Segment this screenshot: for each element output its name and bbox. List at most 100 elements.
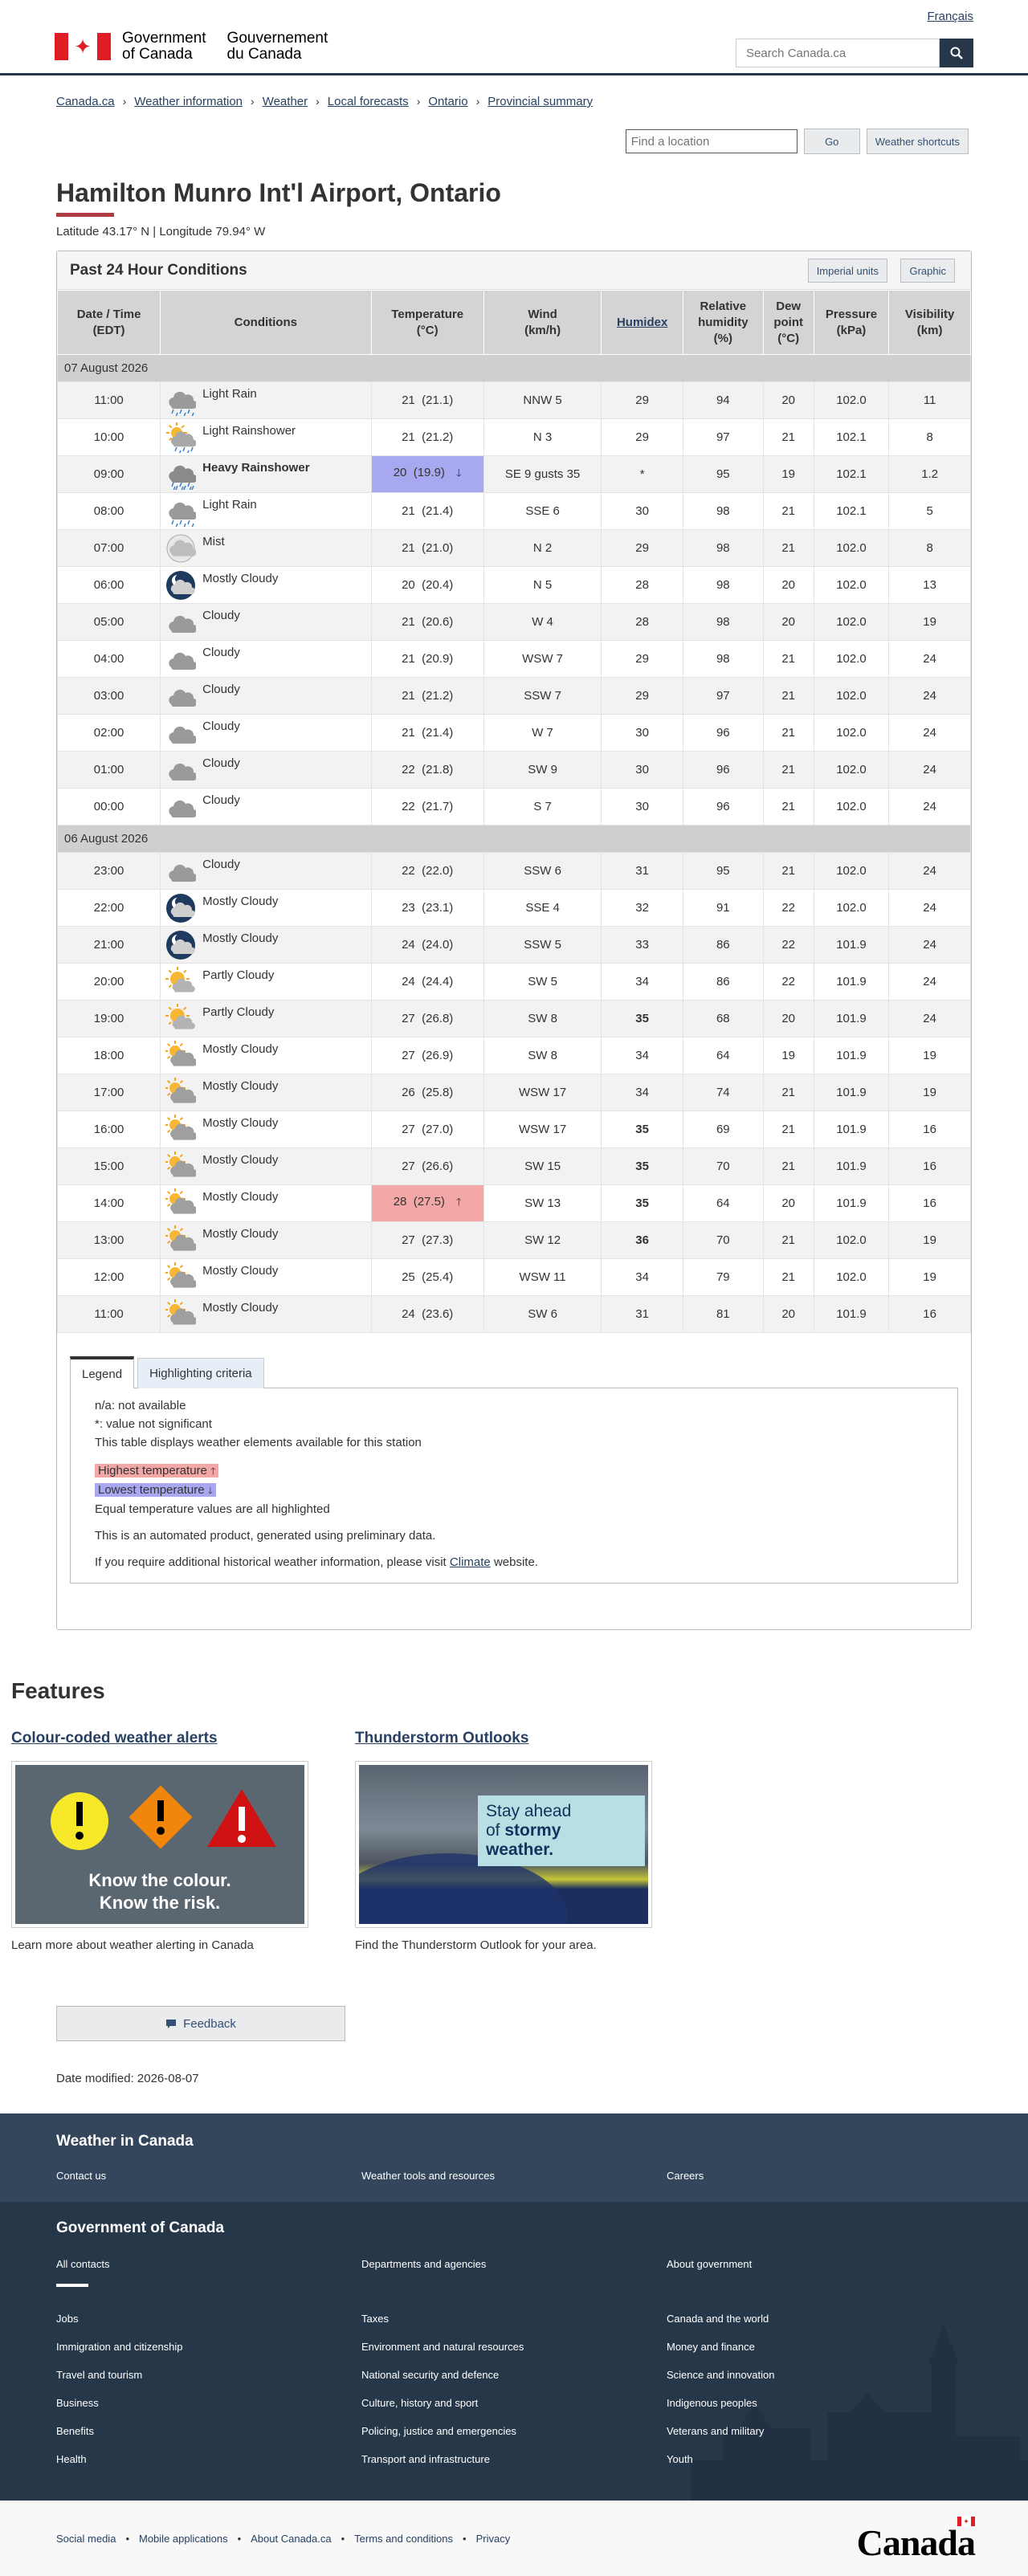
cell-humidex: 29 bbox=[601, 640, 683, 678]
footer-gc-link[interactable]: Science and innovation bbox=[667, 2369, 774, 2381]
cell-humidex: 29 bbox=[601, 381, 683, 419]
footer-gc-link[interactable]: Benefits bbox=[56, 2425, 94, 2437]
footer-link-tools[interactable]: Weather tools and resources bbox=[361, 2170, 495, 2182]
breadcrumb-link[interactable]: Weather bbox=[263, 95, 308, 108]
breadcrumb-link[interactable]: Canada.ca bbox=[56, 95, 115, 108]
col-header-humidex[interactable]: Humidex bbox=[601, 290, 683, 355]
feature-link-thunderstorm[interactable]: Thunderstorm Outlooks bbox=[355, 1730, 528, 1747]
cell-wind: SSW 6 bbox=[483, 852, 602, 890]
cell-humidex: 36 bbox=[601, 1221, 683, 1259]
cell-humidex: 34 bbox=[601, 1037, 683, 1074]
footer-gc-link[interactable]: Travel and tourism bbox=[56, 2369, 142, 2381]
feature-card-weather-alerts[interactable]: Know the colour. Know the risk. bbox=[11, 1761, 308, 1928]
cell-dewpoint: 20 bbox=[762, 1184, 814, 1222]
features-heading: Features bbox=[11, 1678, 105, 1703]
site-search-input[interactable] bbox=[736, 39, 940, 67]
footer-bottom-link[interactable]: Terms and conditions bbox=[354, 2533, 453, 2545]
weather-shortcuts-button[interactable]: Weather shortcuts bbox=[866, 128, 969, 154]
cell-conditions: Mostly Cloudy bbox=[160, 889, 372, 927]
cell-visibility: 5 bbox=[888, 492, 971, 530]
cell-visibility: 8 bbox=[888, 418, 971, 456]
feedback-button[interactable]: Feedback bbox=[56, 2006, 345, 2041]
cell-visibility: 16 bbox=[888, 1184, 971, 1222]
footer-link-about-gov[interactable]: About government bbox=[667, 2258, 752, 2270]
tab-legend[interactable]: Legend bbox=[70, 1356, 135, 1388]
cell-temperature: 22 (21.7) bbox=[370, 788, 484, 825]
cell-temperature: 24 (24.0) bbox=[370, 926, 484, 964]
breadcrumb-chevron-icon: › bbox=[475, 95, 480, 108]
breadcrumb-link[interactable]: Provincial summary bbox=[487, 95, 593, 108]
footer-gc-link[interactable]: National security and defence bbox=[361, 2369, 499, 2381]
footer-gc-link[interactable]: Veterans and military bbox=[667, 2425, 764, 2437]
tab-highlighting-criteria[interactable]: Highlighting criteria bbox=[137, 1358, 264, 1388]
mostly-cloudy-day-icon bbox=[165, 1298, 197, 1325]
footer-gc-link[interactable]: Money and finance bbox=[667, 2341, 755, 2353]
footer-gc-link[interactable]: Environment and natural resources bbox=[361, 2341, 524, 2353]
cell-pressure: 101.9 bbox=[813, 1295, 890, 1333]
footer-gc-link[interactable]: Indigenous peoples bbox=[667, 2397, 757, 2409]
legend-na: n/a: not available bbox=[95, 1399, 186, 1412]
footer-bottom-link[interactable]: Social media bbox=[56, 2533, 116, 2545]
cell-visibility: 24 bbox=[888, 1000, 971, 1037]
climate-link[interactable]: Climate bbox=[450, 1555, 491, 1569]
footer-gc-link[interactable]: Culture, history and sport bbox=[361, 2397, 478, 2409]
footer-gc-link[interactable]: Transport and infrastructure bbox=[361, 2453, 490, 2465]
footer-gc-link[interactable]: Policing, justice and emergencies bbox=[361, 2425, 516, 2437]
footer-gc-link[interactable]: Taxes bbox=[361, 2313, 389, 2325]
heavy-rain-icon bbox=[169, 465, 197, 490]
footer-link-careers[interactable]: Careers bbox=[667, 2170, 704, 2182]
footer-gc-link[interactable]: Jobs bbox=[56, 2313, 78, 2325]
footer-link-departments[interactable]: Departments and agencies bbox=[361, 2258, 486, 2270]
footer-link-all-contacts[interactable]: All contacts bbox=[56, 2258, 109, 2270]
footer-bottom-link[interactable]: Mobile applications bbox=[139, 2533, 228, 2545]
thunderstorm-image-text: Stay ahead of stormy weather. bbox=[478, 1795, 645, 1866]
cell-temperature: 27 (27.3) bbox=[370, 1221, 484, 1259]
cell-visibility: 11 bbox=[888, 381, 971, 419]
location-search-input[interactable] bbox=[625, 129, 798, 153]
graphic-button[interactable]: Graphic bbox=[900, 259, 955, 283]
footer-bottom-link[interactable]: Privacy bbox=[476, 2533, 511, 2545]
site-header: Français ✦ Government of Canada Gouvernem… bbox=[0, 0, 1028, 75]
cell-humidex: * bbox=[601, 455, 683, 493]
footer-gc-link[interactable]: Business bbox=[56, 2397, 99, 2409]
footer-link-contact[interactable]: Contact us bbox=[56, 2170, 106, 2182]
feature-card-thunderstorm[interactable]: Stay ahead of stormy weather. bbox=[355, 1761, 652, 1928]
breadcrumb: Canada.ca › Weather information › Weather › Lo… bbox=[56, 95, 593, 108]
footer-gc-link[interactable]: Health bbox=[56, 2453, 87, 2465]
condition-text: Partly Cloudy bbox=[202, 968, 275, 982]
footer-gc-heading: Government of Canada bbox=[56, 2219, 225, 2236]
cell-humidity: 95 bbox=[682, 455, 764, 493]
footer-bottom-link[interactable]: About Canada.ca bbox=[251, 2533, 331, 2545]
cell-conditions: Cloudy bbox=[160, 852, 372, 890]
imperial-units-button[interactable]: Imperial units bbox=[807, 259, 887, 283]
gc-signature[interactable]: ✦ Government of Canada Gouvernement du Can… bbox=[55, 31, 349, 63]
footer-gc-link[interactable]: Immigration and citizenship bbox=[56, 2341, 183, 2353]
rain-icon bbox=[169, 391, 197, 416]
cell-humidity: 70 bbox=[682, 1147, 764, 1185]
cell-pressure: 101.9 bbox=[813, 1111, 890, 1148]
footer-bottom: Social media • Mobile applications • About C… bbox=[0, 2501, 1028, 2576]
cell-humidex: 31 bbox=[601, 1295, 683, 1333]
cell-visibility: 19 bbox=[888, 1258, 971, 1296]
condition-text: Mostly Cloudy bbox=[202, 1190, 279, 1204]
feature-link-weather-alerts[interactable]: Colour-coded weather alerts bbox=[11, 1730, 218, 1747]
breadcrumb-link[interactable]: Local forecasts bbox=[328, 95, 409, 108]
cloud-icon bbox=[169, 800, 197, 817]
cell-wind: W 4 bbox=[483, 603, 602, 641]
cell-wind: N 3 bbox=[483, 418, 602, 456]
arrow-down-icon: 🡓 bbox=[207, 1485, 213, 1496]
cell-visibility: 16 bbox=[888, 1295, 971, 1333]
cell-conditions: Light Rainshower bbox=[160, 418, 372, 456]
footer-gc-link[interactable]: Canada and the world bbox=[667, 2313, 769, 2325]
go-button[interactable]: Go bbox=[803, 128, 860, 154]
cell-wind: WSW 7 bbox=[483, 640, 602, 678]
breadcrumb-link[interactable]: Ontario bbox=[428, 95, 467, 108]
footer-gc-link[interactable]: Youth bbox=[667, 2453, 693, 2465]
conditions-panel: Past 24 Hour Conditions Imperial units G… bbox=[56, 251, 972, 1630]
breadcrumb-link[interactable]: Weather information bbox=[134, 95, 243, 108]
table-row: 18:00 Mostly Cloudy 27 (26.9) SW 8 34 64… bbox=[56, 1037, 971, 1074]
cell-conditions: Mostly Cloudy bbox=[160, 926, 372, 964]
language-toggle-link[interactable]: Français bbox=[927, 10, 973, 23]
cell-visibility: 8 bbox=[888, 529, 971, 567]
site-search-button[interactable] bbox=[940, 39, 973, 67]
